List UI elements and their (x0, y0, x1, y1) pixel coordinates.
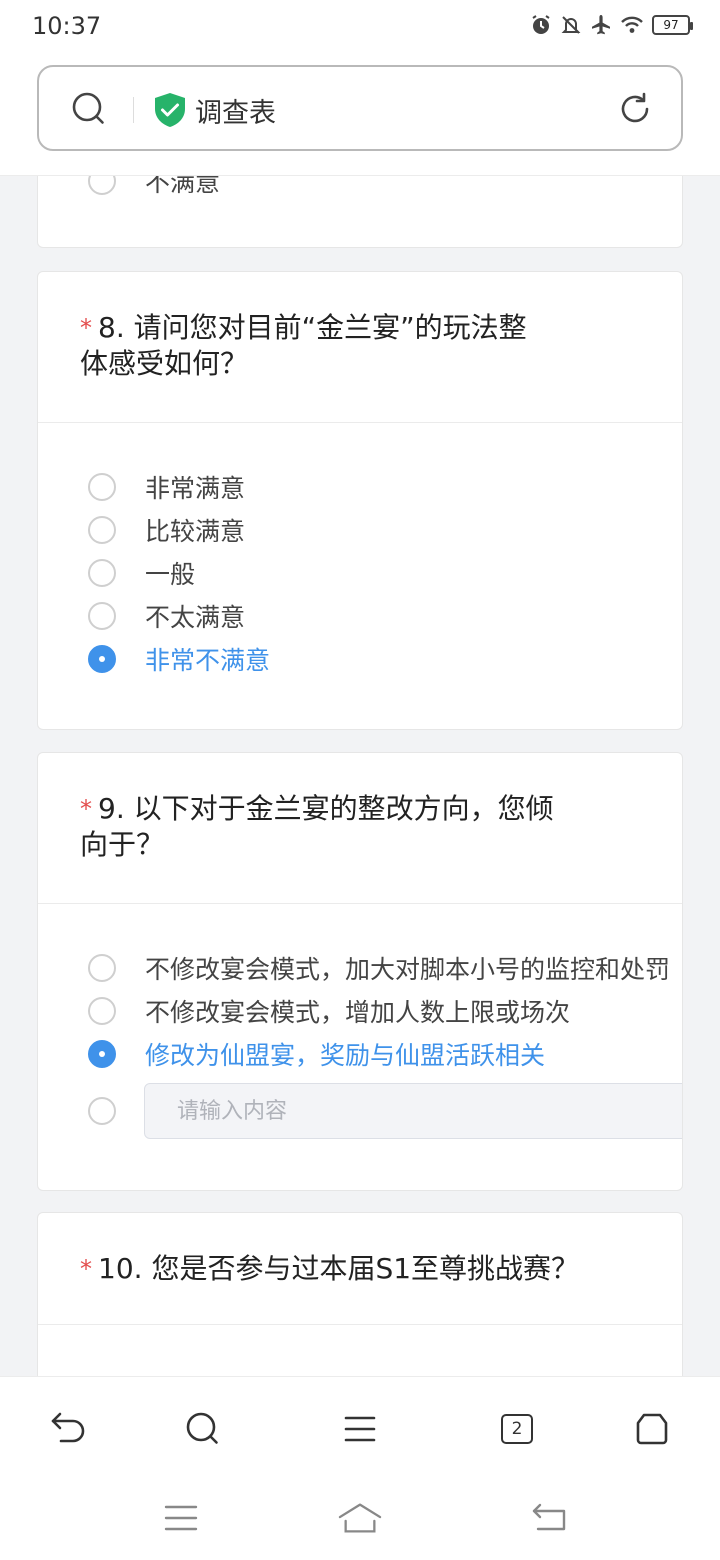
option-row-selected[interactable]: 修改为仙盟宴，奖励与仙盟活跃相关 (88, 1038, 545, 1070)
radio-button[interactable] (88, 516, 116, 544)
option-row[interactable]: 不修改宴会模式，增加人数上限或场次 (88, 995, 570, 1027)
question-card-7: 不满意 (37, 176, 683, 248)
option-label: 比较满意 (145, 517, 246, 546)
home-icon[interactable] (632, 1409, 672, 1449)
question-title-line-1: 请问您对目前“金兰宴”的玩法整 (133, 311, 527, 344)
question-title-line-1: 以下对于金兰宴的整改方向，您倾 (133, 792, 554, 825)
status-time: 10:37 (32, 12, 102, 40)
system-nav-bar (0, 1476, 720, 1560)
alarm-icon (530, 14, 552, 36)
question-title: * 10. 您是否参与过本届S1至尊挑战赛？ (80, 1251, 670, 1287)
other-answer-input[interactable] (144, 1083, 682, 1139)
radio-button[interactable] (88, 997, 116, 1025)
airplane-mode-icon (590, 14, 612, 36)
radio-button[interactable] (88, 1097, 116, 1125)
question-number: 9. (98, 792, 125, 825)
radio-button[interactable] (88, 176, 116, 195)
address-divider (133, 97, 134, 123)
notifications-off-icon (560, 14, 582, 36)
question-number: 10. (98, 1252, 143, 1285)
question-header: * 9. 以下对于金兰宴的整改方向，您倾 向于？ (38, 753, 682, 904)
home-icon[interactable] (338, 1498, 382, 1538)
secure-shield-icon (153, 92, 187, 132)
tab-count: 2 (501, 1414, 533, 1444)
question-header: * 10. 您是否参与过本届S1至尊挑战赛？ (38, 1213, 682, 1325)
option-row-other[interactable] (88, 1095, 116, 1127)
question-number: 8. (98, 311, 125, 344)
option-row-selected[interactable]: 非常不满意 (88, 643, 270, 675)
question-card-8: * 8. 请问您对目前“金兰宴”的玩法整 体感受如何？ 非常满意 比较满意 一般 … (37, 271, 683, 730)
required-mark: * (80, 795, 92, 823)
option-label: 一般 (145, 560, 196, 589)
refresh-icon[interactable] (617, 91, 653, 131)
address-bar[interactable]: 调查表 (37, 65, 683, 151)
question-header: * 8. 请问您对目前“金兰宴”的玩法整 体感受如何？ (38, 272, 682, 423)
radio-button[interactable] (88, 954, 116, 982)
option-row[interactable]: 一般 (88, 557, 195, 589)
survey-content[interactable]: 不满意 * 8. 请问您对目前“金兰宴”的玩法整 体感受如何？ 非常满意 比较满意… (0, 176, 720, 1376)
option-label: 修改为仙盟宴，奖励与仙盟活跃相关 (145, 1041, 546, 1070)
question-title-line-2: 体感受如何？ (80, 347, 249, 380)
required-mark: * (80, 314, 92, 342)
option-label: 不修改宴会模式，加大对脚本小号的监控和处罚 (145, 955, 671, 984)
question-title-line-2: 向于？ (80, 828, 165, 861)
question-title: * 9. 以下对于金兰宴的整改方向，您倾 向于？ (80, 791, 640, 863)
option-label: 不太满意 (145, 603, 246, 632)
page-title: 调查表 (195, 98, 276, 129)
radio-button[interactable] (88, 602, 116, 630)
menu-icon[interactable] (340, 1409, 380, 1449)
status-bar: 10:37 97 (0, 0, 720, 56)
back-icon[interactable] (48, 1409, 88, 1449)
browser-top-bar: 调查表 (0, 56, 720, 176)
question-card-10: * 10. 您是否参与过本届S1至尊挑战赛？ (37, 1212, 683, 1376)
radio-button-checked[interactable] (88, 645, 116, 673)
option-label: 不修改宴会模式，增加人数上限或场次 (145, 998, 571, 1027)
radio-button-checked[interactable] (88, 1040, 116, 1068)
search-icon[interactable] (183, 1409, 223, 1449)
browser-bottom-nav: 2 (0, 1376, 720, 1476)
option-row[interactable]: 不修改宴会模式，加大对脚本小号的监控和处罚 (88, 952, 670, 984)
option-row[interactable]: 非常满意 (88, 471, 245, 503)
option-row[interactable]: 比较满意 (88, 514, 245, 546)
wifi-icon (620, 15, 644, 35)
status-icons: 97 (530, 14, 693, 36)
option-row[interactable]: 不满意 (88, 176, 220, 197)
question-card-9: * 9. 以下对于金兰宴的整改方向，您倾 向于？ 不修改宴会模式，加大对脚本小号的… (37, 752, 683, 1191)
tabs-icon[interactable]: 2 (497, 1409, 537, 1449)
question-title-line-1: 您是否参与过本届S1至尊挑战赛？ (151, 1252, 580, 1285)
back-icon[interactable] (527, 1498, 571, 1538)
radio-button[interactable] (88, 559, 116, 587)
question-title: * 8. 请问您对目前“金兰宴”的玩法整 体感受如何？ (80, 310, 640, 382)
radio-button[interactable] (88, 473, 116, 501)
recents-icon[interactable] (159, 1498, 203, 1538)
battery-icon: 97 (652, 15, 693, 35)
option-row[interactable]: 不太满意 (88, 600, 245, 632)
required-mark: * (80, 1255, 92, 1283)
option-label: 非常满意 (145, 474, 246, 503)
battery-level: 97 (663, 18, 679, 32)
option-label: 非常不满意 (145, 646, 271, 675)
search-icon[interactable] (71, 91, 107, 131)
option-label: 不满意 (145, 176, 221, 197)
